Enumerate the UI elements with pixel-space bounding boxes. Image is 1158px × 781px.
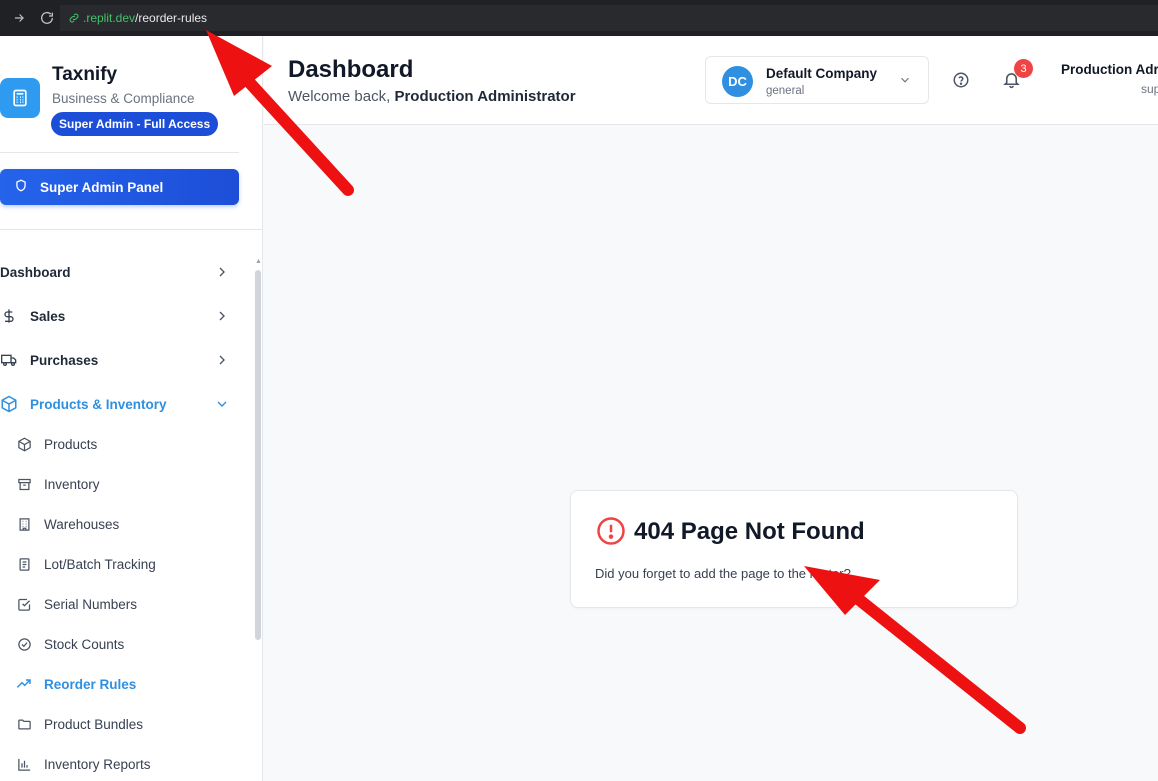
- divider: [0, 229, 262, 230]
- sidebar-item-purchases[interactable]: Purchases: [0, 340, 240, 380]
- sidebar-subitem-lot-batch-tracking[interactable]: Lot/Batch Tracking: [16, 544, 241, 584]
- not-found-card: 404 Page Not Found Did you forget to add…: [570, 490, 1018, 608]
- address-bar[interactable]: .replit.dev/reorder-rules: [60, 5, 1158, 31]
- chevron-down-icon: [898, 73, 912, 87]
- check-square-icon: [16, 596, 32, 612]
- file-text-icon: [16, 556, 32, 572]
- sidebar-subitem-label: Stock Counts: [44, 636, 125, 652]
- sidebar-scrollbar[interactable]: [255, 270, 261, 640]
- sidebar-subitem-label: Serial Numbers: [44, 596, 138, 612]
- sidebar-subitem-label: Lot/Batch Tracking: [44, 556, 156, 572]
- welcome-user-name: Production Administrator: [394, 88, 576, 105]
- super-admin-panel-label: Super Admin Panel: [40, 179, 164, 195]
- dollar-icon: [0, 307, 18, 325]
- super-admin-panel-button[interactable]: Super Admin Panel: [0, 169, 239, 205]
- sidebar-item-label: Dashboard: [0, 264, 71, 280]
- divider: [0, 152, 239, 153]
- package-icon: [16, 436, 32, 452]
- sidebar-subitem-label: Warehouses: [44, 516, 120, 532]
- sidebar-item-dashboard[interactable]: Dashboard: [0, 252, 240, 292]
- sidebar-item-products-inventory[interactable]: Products & Inventory: [0, 384, 240, 424]
- sidebar-item-label: Purchases: [30, 352, 99, 368]
- url-domain: .replit.dev: [83, 11, 136, 25]
- package-icon: [0, 395, 18, 413]
- not-found-title: 404 Page Not Found: [634, 518, 865, 545]
- welcome-text: Welcome back, Production Administrator: [288, 88, 576, 105]
- user-role: sup: [1141, 82, 1158, 96]
- sidebar-subitem-inventory[interactable]: Inventory: [16, 464, 241, 504]
- company-avatar: DC: [722, 66, 753, 97]
- help-icon[interactable]: [952, 71, 970, 89]
- check-circle-icon: [16, 636, 32, 652]
- sidebar-subitem-products[interactable]: Products: [16, 424, 241, 464]
- sidebar-subitem-label: Reorder Rules: [44, 676, 137, 692]
- sidebar-subitem-stock-counts[interactable]: Stock Counts: [16, 624, 241, 664]
- folder-icon: [16, 716, 32, 732]
- chevron-down-icon: [214, 396, 230, 412]
- chevron-right-icon: [214, 264, 230, 280]
- company-selector[interactable]: DC Default Company general: [705, 56, 929, 104]
- sidebar-subitem-label: Inventory Reports: [44, 756, 151, 772]
- sidebar-subitem-warehouses[interactable]: Warehouses: [16, 504, 241, 544]
- trending-up-icon: [16, 676, 32, 692]
- shield-icon: [14, 178, 40, 196]
- not-found-message: Did you forget to add the page to the ro…: [595, 566, 851, 581]
- url-path: /reorder-rules: [135, 11, 208, 25]
- archive-icon: [16, 476, 32, 492]
- chevron-right-icon: [214, 308, 230, 324]
- sidebar: Taxnify Business & Compliance Super Admi…: [0, 36, 263, 781]
- sidebar-subitem-serial-numbers[interactable]: Serial Numbers: [16, 584, 241, 624]
- notification-badge: 3: [1014, 59, 1033, 78]
- sidebar-subitem-label: Products: [44, 436, 98, 452]
- sidebar-subitem-inventory-reports[interactable]: Inventory Reports: [16, 744, 241, 781]
- company-type: general: [766, 85, 805, 97]
- sidebar-subitem-product-bundles[interactable]: Product Bundles: [16, 704, 241, 744]
- sidebar-subitem-label: Inventory: [44, 476, 100, 492]
- role-badge: Super Admin - Full Access: [51, 112, 219, 136]
- bar-chart-icon: [16, 756, 32, 772]
- browser-toolbar: .replit.dev/reorder-rules: [0, 0, 1158, 36]
- alert-circle-icon: [596, 516, 626, 546]
- brand-subtitle: Business & Compliance: [52, 91, 195, 106]
- forward-icon[interactable]: [10, 9, 28, 27]
- building-icon: [16, 516, 32, 532]
- top-header: Dashboard Welcome back, Production Admin…: [264, 36, 1158, 125]
- company-name: Default Company: [766, 66, 878, 81]
- welcome-prefix: Welcome back,: [288, 88, 391, 105]
- reload-icon[interactable]: [38, 9, 56, 27]
- calculator-icon: [0, 78, 40, 118]
- scroll-up-arrow[interactable]: ▲: [255, 258, 262, 266]
- brand-title: Taxnify: [52, 64, 118, 85]
- sidebar-item-sales[interactable]: Sales: [0, 296, 240, 336]
- sidebar-item-label: Sales: [30, 308, 66, 324]
- user-name[interactable]: Production Adr: [1061, 62, 1158, 77]
- truck-icon: [0, 351, 18, 369]
- link-icon: [68, 12, 80, 24]
- chevron-right-icon: [214, 352, 230, 368]
- sidebar-subitem-reorder-rules[interactable]: Reorder Rules: [16, 664, 241, 704]
- page-title: Dashboard: [288, 56, 414, 83]
- sidebar-subitem-label: Product Bundles: [44, 716, 144, 732]
- sidebar-item-label: Products & Inventory: [30, 396, 167, 412]
